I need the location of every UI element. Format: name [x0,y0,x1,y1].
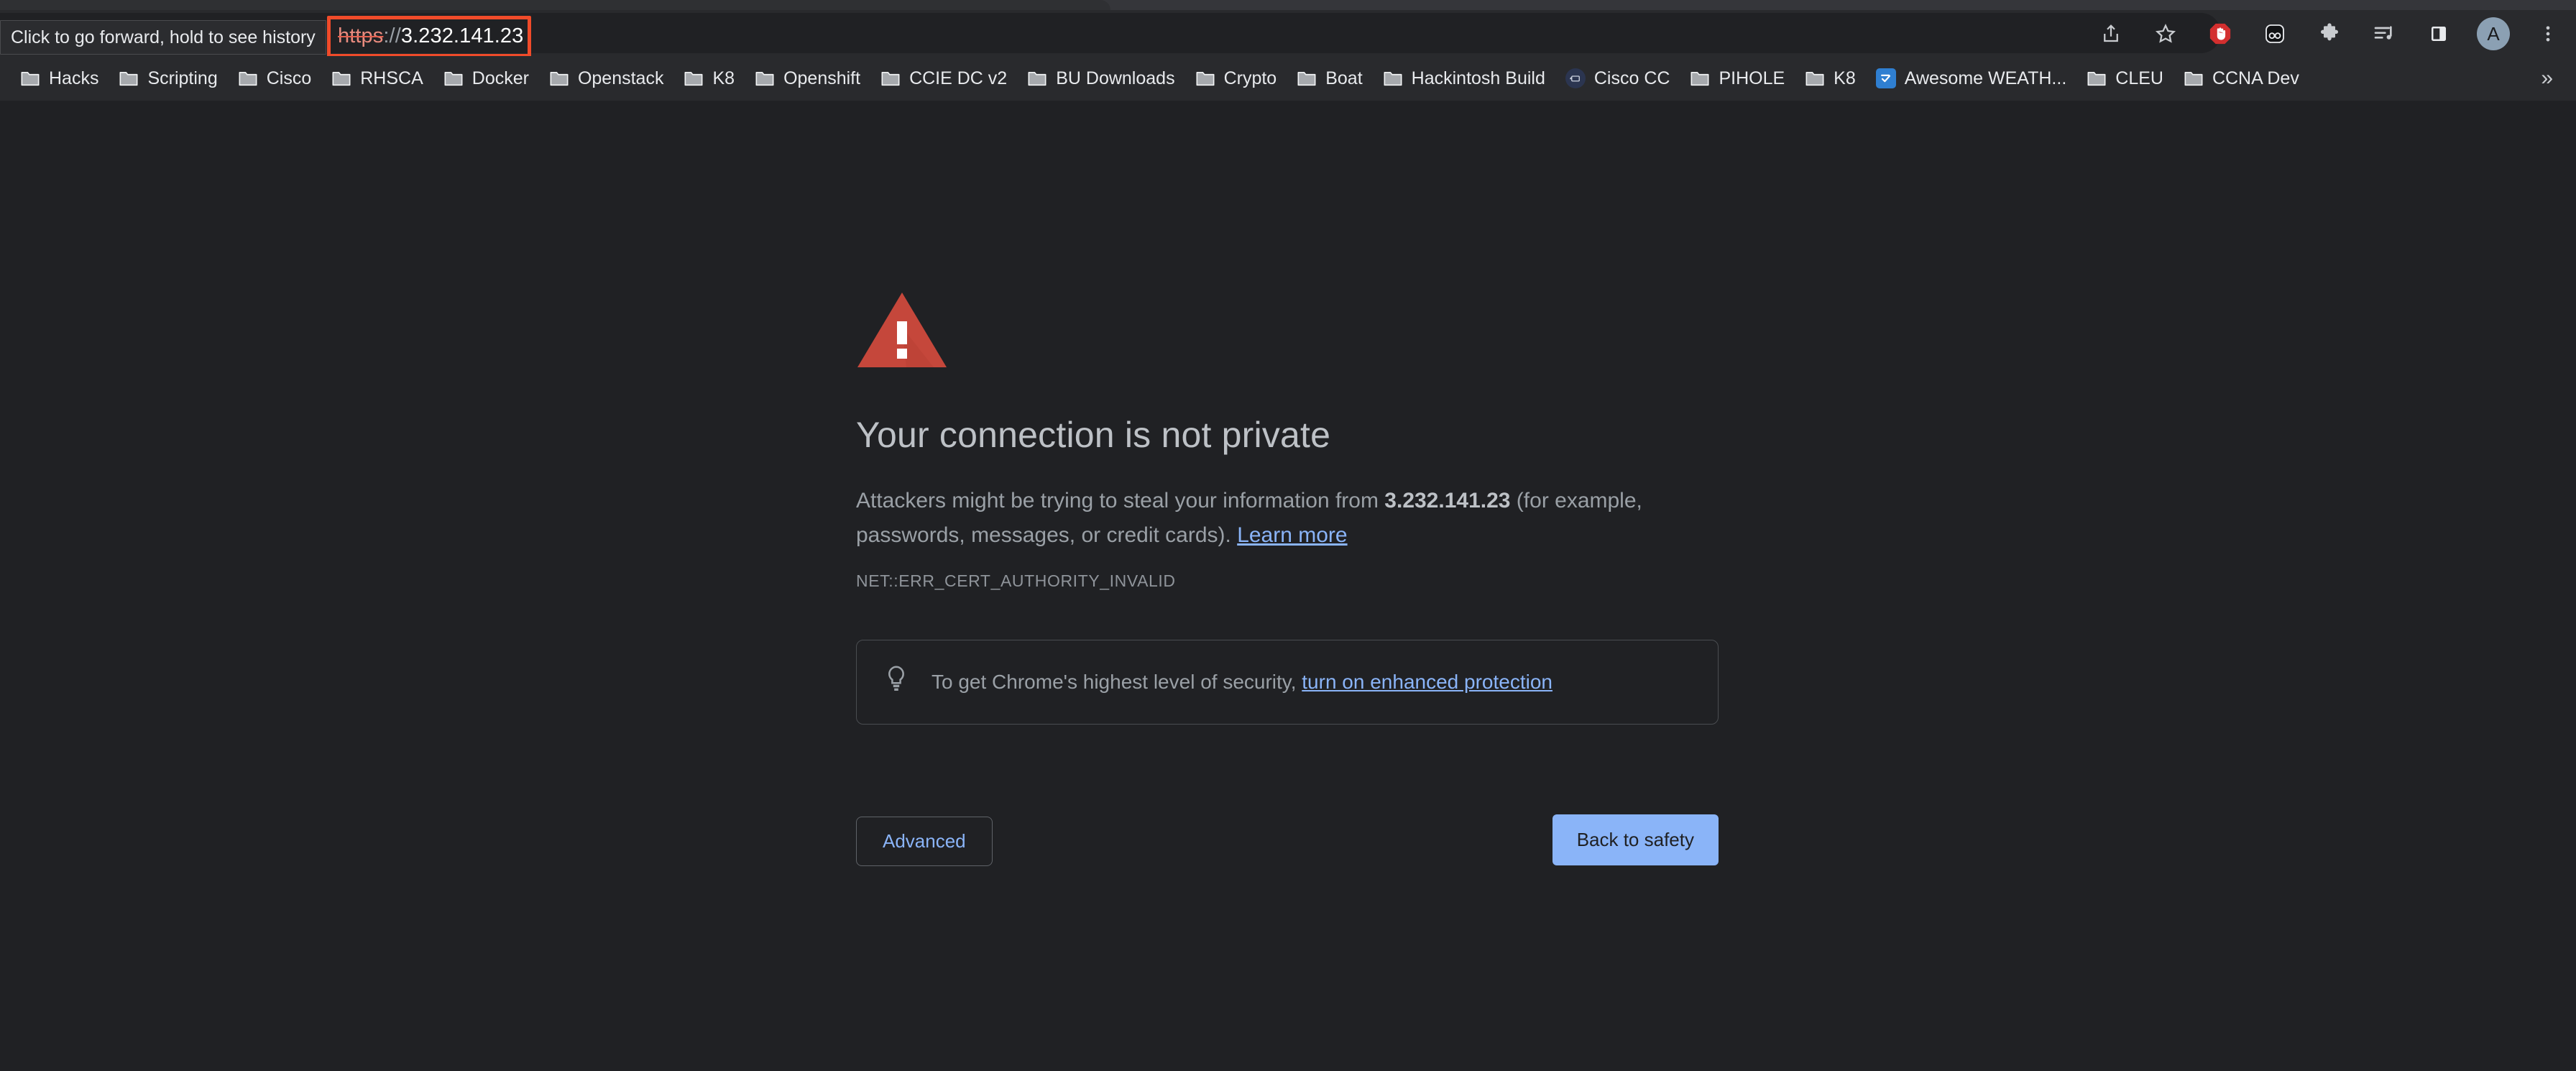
cisco-favicon-icon [1565,68,1586,88]
url-separator: :// [383,24,401,47]
folder-icon [755,72,774,86]
back-to-safety-button[interactable]: Back to safety [1552,814,1719,865]
enhanced-protection-callout: To get Chrome's highest level of securit… [856,639,1719,725]
advanced-button[interactable]: Advanced [856,816,993,866]
lightbulb-icon [884,665,908,699]
bookmark-label: Cisco [266,68,312,88]
ssl-interstitial: Your connection is not private Attackers… [856,290,1719,866]
bookmark-pihole[interactable]: PIHOLE [1680,62,1795,95]
bookmark-hacks[interactable]: Hacks [10,62,109,95]
bookmark-label: K8 [712,68,735,88]
description-host: 3.232.141.23 [1384,488,1511,512]
folder-icon [239,72,257,86]
folder-icon [1806,72,1824,86]
folder-icon [881,72,900,86]
bookmark-label: CCNA Dev [2212,68,2299,88]
extension-dark-icon[interactable] [2258,17,2291,50]
bookmark-label: Crypto [1223,68,1277,88]
bookmark-crypto[interactable]: Crypto [1185,62,1287,95]
bookmark-hackintosh-build[interactable]: Hackintosh Build [1373,62,1555,95]
navigation-tooltip: Click to go forward, hold to see history [0,20,326,55]
adblock-icon[interactable] [2204,17,2237,50]
callout-text: To get Chrome's highest level of securit… [932,671,1552,694]
bookmark-docker[interactable]: Docker [433,62,539,95]
folder-icon [332,72,351,86]
bookmark-label: Awesome WEATH... [1904,68,2067,88]
bookmark-label: RHSCA [360,68,423,88]
url-host: 3.232.141.23 [400,24,524,47]
bookmark-label: CCIE DC v2 [909,68,1008,88]
bookmark-star-icon[interactable] [2149,17,2182,50]
bookmark-awesome-weather[interactable]: Awesome WEATH... [1866,62,2077,95]
tab-strip [0,0,2576,10]
browser-toolbar: https://3.232.141.23 Click to go forward… [0,10,2576,58]
callout-message: To get Chrome's highest level of securit… [932,670,1302,693]
bookmark-label: Docker [472,68,529,88]
folder-icon [550,72,569,86]
bookmark-label: Openshift [783,68,861,88]
bookmark-scripting[interactable]: Scripting [109,62,227,95]
warning-triangle-icon [856,290,1719,374]
folder-icon [21,72,40,86]
folder-icon [1028,72,1046,86]
bookmark-label: Scripting [147,68,218,88]
folder-icon [2087,72,2106,86]
share-icon[interactable] [2094,17,2128,50]
side-panel-icon[interactable] [2422,17,2455,50]
toolbar-actions: A [2094,16,2564,52]
omnibox[interactable]: https://3.232.141.23 [0,13,2221,53]
bookmarks-overflow-button[interactable]: » [2534,66,2560,91]
bookmark-boat[interactable]: Boat [1287,62,1372,95]
bookmark-cleu[interactable]: CLEU [2076,62,2174,95]
bookmark-k8-1[interactable]: K8 [673,62,745,95]
folder-icon [1690,72,1709,86]
folder-icon [684,72,703,86]
bookmark-openstack[interactable]: Openstack [539,62,674,95]
bookmark-label: BU Downloads [1056,68,1175,88]
bookmark-ccna-dev[interactable]: CCNA Dev [2174,62,2309,95]
bookmark-ccie-dc-v2[interactable]: CCIE DC v2 [870,62,1017,95]
bookmark-openshift[interactable]: Openshift [745,62,870,95]
bookmark-label: Hackintosh Build [1411,68,1545,88]
interstitial-button-row: Advanced Back to safety [856,814,1719,866]
bookmark-cisco[interactable]: Cisco [228,62,322,95]
omnibox-url-text: https://3.232.141.23 [338,23,523,49]
bookmarks-bar: Hacks Scripting Cisco RHSCA Docker Opens… [0,56,2576,101]
profile-avatar[interactable]: A [2477,17,2510,50]
bookmark-label: CLEU [2115,68,2163,88]
bookmark-label: PIHOLE [1719,68,1785,88]
url-scheme: https [338,24,384,47]
bookmark-k8-2[interactable]: K8 [1795,62,1866,95]
bookmark-label: Hacks [49,68,99,88]
page-title: Your connection is not private [856,415,1331,455]
bookmark-label: Cisco CC [1593,68,1670,88]
learn-more-link[interactable]: Learn more [1237,523,1347,547]
folder-icon [2184,72,2203,86]
enhanced-protection-link[interactable]: turn on enhanced protection [1302,671,1552,693]
bookmark-rhsca[interactable]: RHSCA [321,62,433,95]
folder-icon [1196,72,1215,86]
description-prefix: Attackers might be trying to steal your … [856,488,1385,512]
weather-checkmark-favicon-icon [1875,68,1896,88]
bookmark-label: K8 [1834,68,1856,88]
folder-icon [1384,72,1402,86]
interstitial-description: Attackers might be trying to steal your … [856,484,1690,553]
chrome-menu-icon[interactable] [2531,17,2564,50]
bookmark-cisco-cc[interactable]: Cisco CC [1555,62,1680,95]
music-playlist-icon[interactable] [2368,17,2401,50]
page-content: Your connection is not private Attackers… [0,101,2576,1071]
active-tab[interactable] [0,0,1110,10]
error-code: NET::ERR_CERT_AUTHORITY_INVALID [856,571,1176,590]
bookmark-bu-downloads[interactable]: BU Downloads [1017,62,1184,95]
bookmark-label: Boat [1325,68,1363,88]
folder-icon [1297,72,1316,86]
puzzle-icon[interactable] [2313,17,2346,50]
bookmark-label: Openstack [577,68,664,88]
folder-icon [119,72,138,86]
folder-icon [444,72,463,86]
